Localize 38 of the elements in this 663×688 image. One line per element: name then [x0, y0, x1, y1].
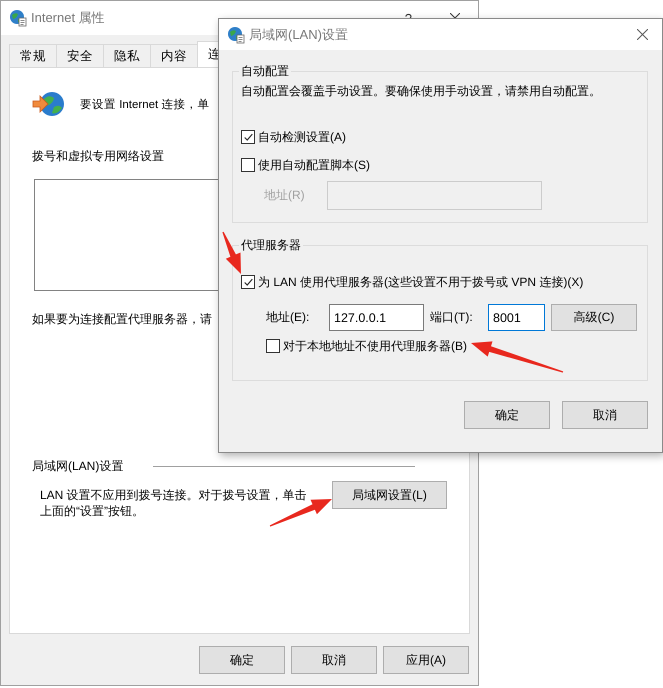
checkbox[interactable] [241, 275, 255, 289]
globe-icon [9, 9, 27, 27]
lan-heading: 局域网(LAN)设置 [32, 458, 124, 475]
dialog-button[interactable]: 确定 [199, 646, 285, 674]
annotation-arrow [270, 499, 332, 527]
close-icon[interactable] [637, 29, 648, 40]
intro-text: 要设置 Internet 连接，单 [80, 98, 210, 112]
field-label: 端口(T): [429, 309, 474, 326]
dialog-button[interactable]: 取消 [562, 401, 648, 429]
checkbox[interactable] [241, 130, 255, 144]
dialog-button[interactable]: 取消 [291, 646, 377, 674]
field-label: 地址(E): [266, 309, 310, 326]
proxy-hint: 如果要为连接配置代理服务器，请 [32, 311, 212, 328]
window-title: 局域网(LAN)设置 [249, 26, 348, 44]
checkbox-label: 对于本地地址不使用代理服务器(B) [283, 338, 467, 354]
checkbox[interactable] [266, 339, 280, 353]
group-legend: 代理服务器 [239, 237, 303, 254]
globe-arrow-icon [32, 90, 66, 118]
checkbox[interactable] [241, 158, 255, 172]
group-legend: 自动配置 [239, 63, 291, 80]
field-label: 地址(R) [264, 187, 305, 204]
checkbox-label: 为 LAN 使用代理服务器(这些设置不用于拨号或 VPN 连接)(X) [258, 274, 584, 290]
dialog-button[interactable]: 确定 [464, 401, 550, 429]
dialog-button[interactable]: 应用(A) [383, 646, 469, 674]
input-field[interactable] [326, 181, 542, 210]
tab[interactable]: 常规 [9, 44, 57, 67]
annotation-arrow [222, 232, 241, 274]
globe-icon [227, 26, 245, 44]
window-title: Internet 属性 [31, 9, 105, 27]
checkbox-label: 使用自动配置脚本(S) [258, 156, 370, 174]
dialup-heading: 拨号和虚拟专用网络设置 [32, 148, 164, 165]
advanced-button[interactable]: 高级(C) [551, 304, 637, 331]
lan-settings-button[interactable]: 局域网设置(L) [332, 481, 447, 509]
address-field[interactable]: 127.0.0.1 [329, 304, 424, 331]
checkbox-label: 自动检测设置(A) [258, 128, 346, 146]
port-field[interactable]: 8001 [488, 304, 545, 331]
lan-note: LAN 设置不应用到拨号连接。对于拨号设置，单击上面的“设置”按钮。 [40, 488, 307, 518]
auto-config-note: 自动配置会覆盖手动设置。要确保使用手动设置，请禁用自动配置。 [241, 83, 602, 100]
